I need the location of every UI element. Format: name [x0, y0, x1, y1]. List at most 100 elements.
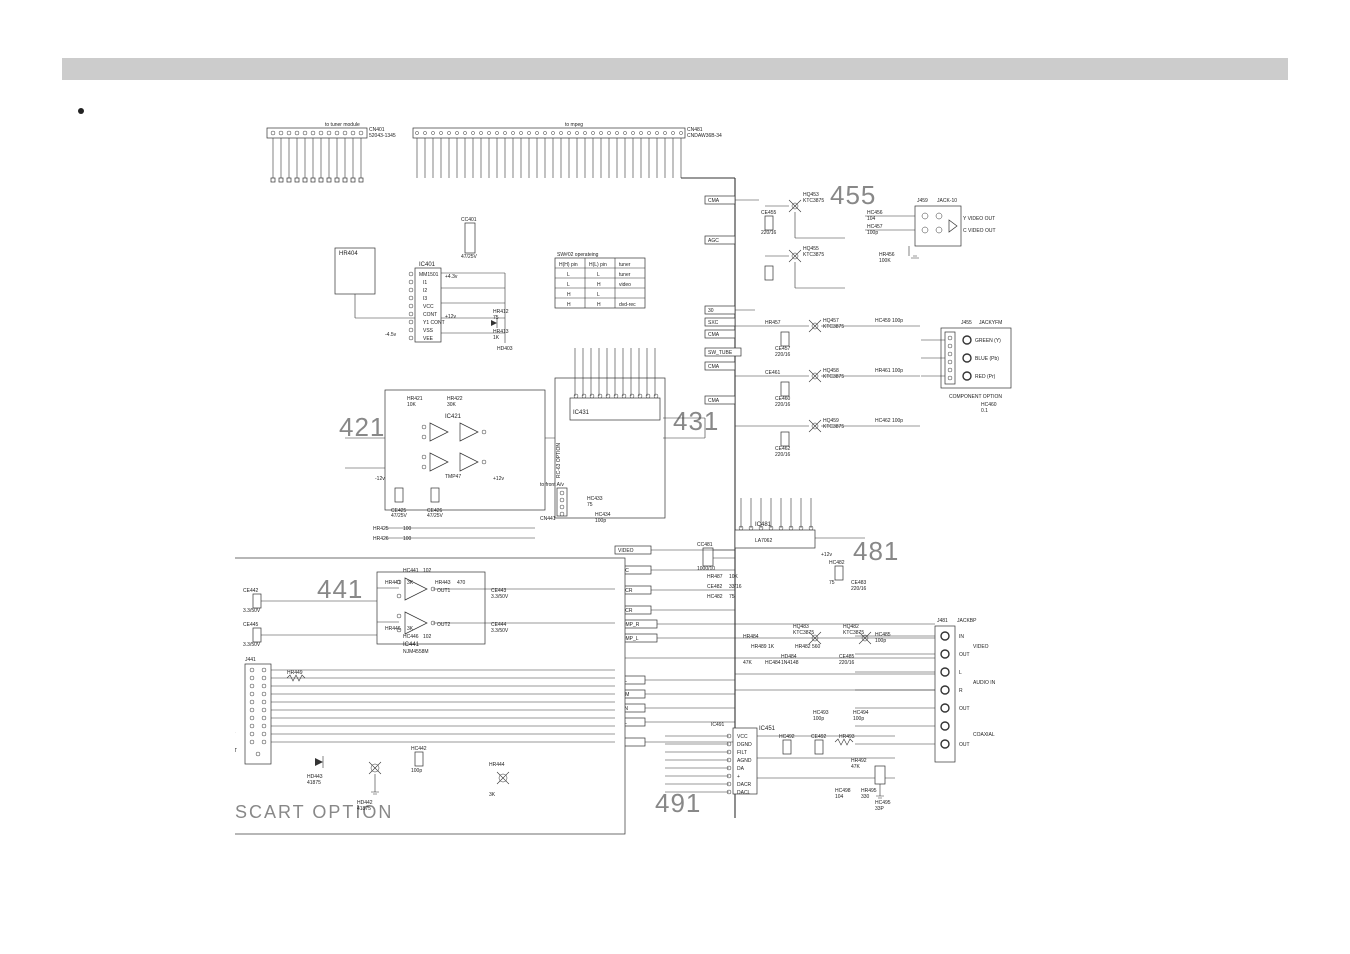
label-to-mpeg: to mpeg [565, 122, 583, 128]
svg-text:IC421: IC421 [445, 414, 462, 420]
svg-text:+12v: +12v [821, 552, 832, 558]
block-481: 481 IC481 LA7062 CC481 1000/10 +12v HC48… [697, 498, 996, 762]
svg-text:47K: 47K [743, 660, 753, 666]
svg-text:HC484: HC484 [765, 660, 781, 666]
svg-text:75: 75 [587, 502, 593, 508]
svg-text:HR461 100p: HR461 100p [875, 368, 903, 374]
svg-text:-4.5v: -4.5v [385, 332, 397, 338]
svg-text:41875: 41875 [357, 806, 371, 812]
svg-text:+12v: +12v [493, 476, 504, 482]
svg-text:tuner: tuner [619, 262, 631, 268]
svg-text:100p: 100p [595, 518, 606, 524]
svg-text:CE442: CE442 [243, 588, 259, 594]
svg-text:dvd-rec: dvd-rec [619, 302, 636, 308]
svg-text:HR441: HR441 [385, 580, 401, 586]
svg-text:33/16: 33/16 [729, 584, 742, 590]
svg-text:47/25V: 47/25V [461, 254, 478, 260]
svg-text:+12v: +12v [445, 314, 456, 320]
svg-text:0.1: 0.1 [981, 408, 988, 414]
svg-text:MM1501: MM1501 [419, 272, 439, 278]
svg-text:IC451: IC451 [759, 726, 776, 732]
block-401: 401 HR404 IC401 MM1501 I1 I2 I3 VCC CONT… [235, 217, 645, 352]
svg-text:30: 30 [708, 308, 714, 314]
svg-text:KTC3875: KTC3875 [803, 252, 824, 258]
svg-text:41875: 41875 [307, 780, 321, 786]
svg-text:470: 470 [457, 580, 466, 586]
svg-text:3.3/50V: 3.3/50V [491, 628, 509, 634]
svg-text:HQ453: HQ453 [803, 192, 819, 198]
svg-text:3K: 3K [489, 792, 496, 798]
svg-text:CMA: CMA [708, 198, 720, 204]
svg-text:100K: 100K [879, 258, 891, 264]
svg-text:HR457: HR457 [765, 320, 781, 326]
svg-text:KTC3875: KTC3875 [793, 630, 814, 636]
svg-text:H: H [597, 282, 601, 288]
svg-text:OUT: OUT [959, 652, 970, 658]
svg-text:IC481: IC481 [755, 522, 772, 528]
svg-text:SW#02 operateing: SW#02 operateing [557, 252, 599, 258]
svg-text:H: H [567, 292, 571, 298]
svg-text:FILT: FILT [737, 750, 747, 756]
svg-text:H(H) pin: H(H) pin [559, 262, 578, 268]
block-scart: SCART OPTION 441 OUT1 OUT2 IC441 NJM4558… [235, 558, 625, 834]
svg-text:30K: 30K [447, 402, 457, 408]
svg-text:+4.3v: +4.3v [445, 274, 458, 280]
svg-text:CMA: CMA [708, 398, 720, 404]
svg-text:TMP47: TMP47 [445, 474, 461, 480]
svg-text:RED (Pr): RED (Pr) [975, 374, 996, 380]
svg-text:L: L [597, 292, 600, 298]
block-431: 431 IC431 RC-63 OPTION HC433 75 to front… [540, 348, 719, 524]
svg-text:Y1 CONT: Y1 CONT [423, 320, 445, 326]
connector-cn401: CN401 52043-1345 [267, 127, 396, 139]
svg-text:AGND: AGND [737, 758, 752, 764]
svg-text:BLUE (Pb): BLUE (Pb) [975, 356, 999, 362]
svg-text:NJM4558M: NJM4558M [403, 649, 429, 655]
svg-text:CE455: CE455 [761, 210, 777, 216]
svg-text:HD403: HD403 [497, 346, 513, 352]
svg-text:1000/10: 1000/10 [697, 566, 715, 572]
svg-text:tuner: tuner [619, 272, 631, 278]
svg-text:VSS: VSS [423, 328, 434, 334]
svg-text:VIDEO: VIDEO [973, 644, 989, 650]
svg-text:I1: I1 [423, 280, 427, 286]
svg-text:220/16: 220/16 [761, 230, 777, 236]
svg-text:3.3/50V: 3.3/50V [491, 594, 509, 600]
svg-text:HC446: HC446 [403, 634, 419, 640]
svg-text:OUT: OUT [959, 706, 970, 712]
svg-text:52043-1345: 52043-1345 [369, 133, 396, 139]
svg-text:HC442: HC442 [411, 746, 427, 752]
svg-text:HR487: HR487 [707, 574, 723, 580]
svg-text:47/25V: 47/25V [427, 513, 444, 519]
svg-text:OUT: OUT [959, 742, 970, 748]
svg-text:IC491: IC491 [711, 722, 725, 728]
svg-text:431: 431 [673, 406, 719, 436]
svg-text:220/16: 220/16 [775, 402, 791, 408]
svg-text:104: 104 [835, 794, 844, 800]
svg-text:3K: 3K [407, 626, 414, 632]
svg-text:HR404: HR404 [339, 251, 358, 257]
svg-text:CE461: CE461 [765, 370, 781, 376]
svg-text:100: 100 [403, 536, 412, 542]
svg-text:Y VIDEO OUT: Y VIDEO OUT [963, 216, 995, 222]
svg-text:GREEN (Y): GREEN (Y) [975, 338, 1001, 344]
svg-text:102: 102 [423, 568, 432, 574]
svg-text:220/16: 220/16 [851, 586, 867, 592]
svg-text:HR425: HR425 [373, 526, 389, 532]
svg-text:VEE: VEE [423, 336, 434, 342]
svg-text:SW_TUBE: SW_TUBE [708, 350, 733, 356]
svg-text:KTC3875: KTC3875 [803, 198, 824, 204]
svg-text:330: 330 [861, 794, 870, 800]
svg-text:IC401: IC401 [419, 262, 436, 268]
svg-text:COAXIAL: COAXIAL [973, 732, 995, 738]
svg-text:J481: J481 [937, 618, 948, 624]
svg-text:I2: I2 [423, 288, 427, 294]
svg-text:47K: 47K [851, 764, 861, 770]
block-491: 491 IC491 IC451 VCC DGND FILT AGND DA + … [655, 722, 895, 818]
svg-text:KTC3875: KTC3875 [823, 374, 844, 380]
svg-text:AGC: AGC [708, 238, 719, 244]
svg-text:CNDAW36B-34: CNDAW36B-34 [687, 133, 722, 139]
svg-text:104: 104 [867, 216, 876, 222]
svg-text:DACL: DACL [737, 790, 751, 796]
svg-text:75: 75 [729, 594, 735, 600]
svg-text:video: video [619, 282, 631, 288]
